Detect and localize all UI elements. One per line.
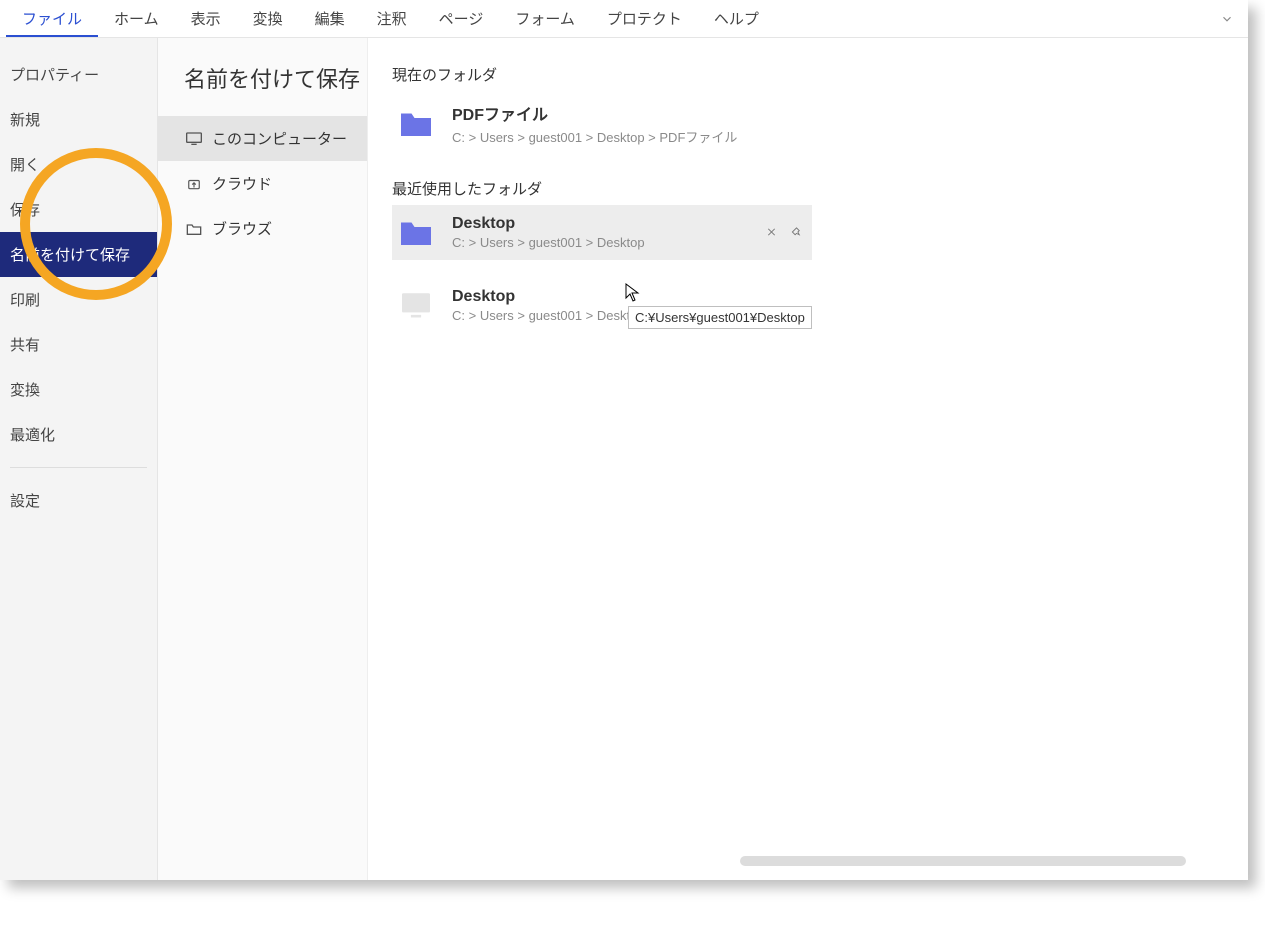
location-browse[interactable]: ブラウズ [158,206,367,251]
folder-icon [398,109,434,139]
menu-page[interactable]: ページ [423,0,500,37]
location-label: このコンピューター [212,128,347,149]
sidebar-item-properties[interactable]: プロパティー [0,52,157,97]
sidebar-item-optimize[interactable]: 最適化 [0,412,157,457]
sidebar-divider [10,467,147,468]
row-actions [766,225,802,240]
menu-annotate[interactable]: 注釈 [361,0,423,37]
folder-text: Desktop C: > Users > guest001 > Desktop [452,288,645,323]
menu-home[interactable]: ホーム [98,0,175,37]
folder-text: Desktop C: > Users > guest001 > Desktop [452,215,645,250]
current-folder-title: 現在のフォルダ [392,64,1238,85]
menu-convert[interactable]: 変換 [237,0,299,37]
menu-view[interactable]: 表示 [175,0,237,37]
close-icon[interactable] [766,225,777,240]
sidebar-item-settings[interactable]: 設定 [0,478,157,523]
monitor-icon [398,291,434,321]
folder-name: PDFファイル [452,101,737,125]
horizontal-scrollbar[interactable] [740,856,1186,866]
recent-folder-title: 最近使用したフォルダ [392,178,1238,199]
folder-icon [398,218,434,248]
location-label: ブラウズ [212,218,272,239]
menu-edit[interactable]: 編集 [299,0,361,37]
location-label: クラウド [212,173,272,194]
folder-path: C: > Users > guest001 > Desktop > PDFファイ… [452,127,737,146]
folder-row-desktop-1[interactable]: Desktop C: > Users > guest001 > Desktop [392,205,812,260]
folder-text: PDFファイル C: > Users > guest001 > Desktop … [452,101,737,146]
sidebar-item-open[interactable]: 開く [0,142,157,187]
folder-name: Desktop [452,215,645,233]
sidebar-item-save-as[interactable]: 名前を付けて保存 [0,232,157,277]
sidebar-item-new[interactable]: 新規 [0,97,157,142]
sidebar-item-print[interactable]: 印刷 [0,277,157,322]
path-tooltip: C:¥Users¥guest001¥Desktop [628,306,812,329]
file-sidebar: プロパティー 新規 開く 保存 名前を付けて保存 印刷 共有 変換 最適化 設定 [0,38,158,880]
folder-path: C: > Users > guest001 > Desktop [452,308,645,323]
menubar: ファイル ホーム 表示 変換 編集 注釈 ページ フォーム プロテクト ヘルプ [0,0,1248,38]
location-cloud[interactable]: クラウド [158,161,367,206]
save-as-locations: 名前を付けて保存 このコンピューター クラウド ブラウズ [158,38,368,880]
cloud-up-icon [186,177,202,191]
location-this-computer[interactable]: このコンピューター [158,116,367,161]
app-window: ファイル ホーム 表示 変換 編集 注釈 ページ フォーム プロテクト ヘルプ … [0,0,1248,880]
main-panel: 現在のフォルダ PDFファイル C: > Users > guest001 > … [368,38,1248,880]
chevron-down-icon[interactable] [1220,12,1234,29]
folder-row-pdf-files[interactable]: PDFファイル C: > Users > guest001 > Desktop … [392,91,812,156]
monitor-icon [186,132,202,146]
folder-path: C: > Users > guest001 > Desktop [452,235,645,250]
menu-protect[interactable]: プロテクト [591,0,698,37]
sidebar-item-convert[interactable]: 変換 [0,367,157,412]
sidebar-item-save[interactable]: 保存 [0,187,157,232]
page-title: 名前を付けて保存 [158,62,367,116]
folder-name: Desktop [452,288,645,306]
menu-file[interactable]: ファイル [6,0,98,37]
sidebar-item-share[interactable]: 共有 [0,322,157,367]
folder-icon [186,222,202,236]
menu-form[interactable]: フォーム [499,0,591,37]
menu-help[interactable]: ヘルプ [698,0,775,37]
pin-icon[interactable] [791,225,802,240]
